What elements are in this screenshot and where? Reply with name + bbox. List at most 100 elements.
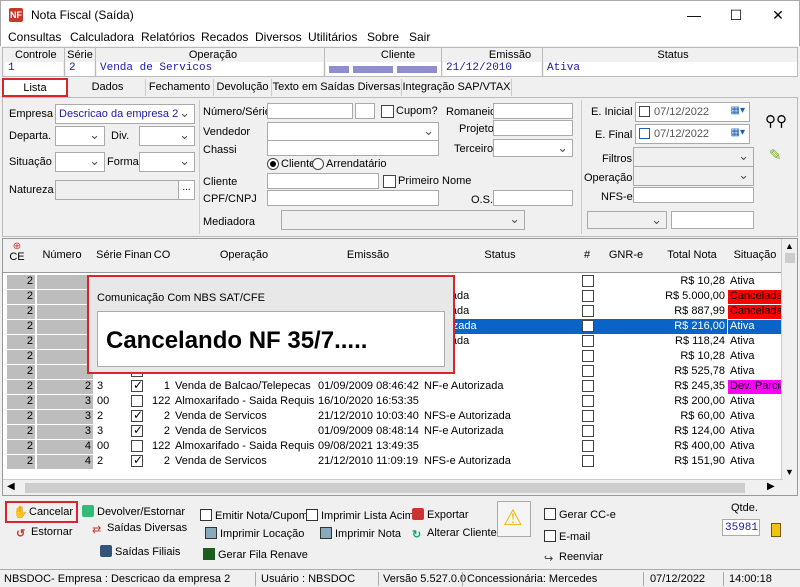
tab-dados[interactable]: Dados <box>70 79 146 96</box>
finan-checkbox[interactable] <box>131 380 143 392</box>
nfse-field[interactable] <box>633 187 754 203</box>
menu-relatorios[interactable]: Relatórios <box>141 30 195 44</box>
row-select-checkbox[interactable] <box>582 290 594 302</box>
close-button[interactable]: ✕ <box>763 5 793 25</box>
menu-sair[interactable]: Sair <box>409 30 430 44</box>
tab-integracao-sap[interactable]: Integração SAP/VTAX <box>402 79 512 96</box>
operacao-header[interactable]: Operação <box>173 249 315 261</box>
row-select-checkbox[interactable] <box>582 320 594 332</box>
e-final-checkbox[interactable] <box>639 128 650 139</box>
tab-texto-saidas[interactable]: Texto em Saídas Diversas <box>272 79 402 96</box>
finan-checkbox[interactable] <box>131 395 143 407</box>
e-inicial-checkbox[interactable] <box>639 106 650 117</box>
radio-cliente[interactable] <box>267 158 279 170</box>
div-select[interactable] <box>139 126 195 146</box>
situacao-select[interactable] <box>55 152 105 172</box>
table-row[interactable]: 2231Venda de Balcao/Telepecas01/09/2009 … <box>3 379 783 394</box>
warning-button[interactable]: ⚠ <box>497 501 531 537</box>
finan-header[interactable]: Finan <box>124 249 152 261</box>
gerar-fila-renave-button[interactable]: Gerar Fila Renave <box>203 548 308 561</box>
cpf-field[interactable] <box>267 190 439 206</box>
estornar-button[interactable]: ↺ Estornar <box>16 526 73 540</box>
cupom-checkbox[interactable] <box>381 105 394 118</box>
radio-arrendatario[interactable] <box>312 158 324 170</box>
extra-field[interactable] <box>671 211 754 229</box>
imprimir-nota-button[interactable]: Imprimir Nota <box>320 527 401 540</box>
table-row[interactable]: 23 00 122 Almoxarifado - Saida Requisicao16… <box>3 394 783 409</box>
grid-vertical-scrollbar[interactable]: ▲ ▼ <box>781 239 797 495</box>
table-row[interactable]: 24 00 122 Almoxarifado - Saida Requisicao09… <box>3 439 783 454</box>
calendar-icon[interactable]: ▦▾ <box>731 127 745 138</box>
reenviar-button[interactable]: ↪ Reenviar <box>544 551 603 565</box>
hash-header[interactable]: # <box>579 249 595 261</box>
gnre-header[interactable]: GNR-e <box>595 249 657 261</box>
scroll-right-icon[interactable]: ▶ <box>767 481 775 492</box>
cancelar-button[interactable]: ✋ Cancelar <box>5 501 78 523</box>
row-select-checkbox[interactable] <box>582 335 594 347</box>
exit-door-icon[interactable] <box>771 523 781 537</box>
row-select-checkbox[interactable] <box>582 350 594 362</box>
clear-brush-icon[interactable]: ✎ <box>769 146 782 164</box>
menu-sobre[interactable]: Sobre <box>367 30 399 44</box>
menu-diversos[interactable]: Diversos <box>255 30 302 44</box>
serie-field[interactable] <box>355 103 375 119</box>
emissao-header[interactable]: Emissão <box>315 249 421 261</box>
row-select-checkbox[interactable] <box>582 305 594 317</box>
row-select-checkbox[interactable] <box>582 455 594 467</box>
status-header[interactable]: Status <box>421 249 579 261</box>
maximize-button[interactable]: ☐ <box>721 5 751 25</box>
numero-header[interactable]: Número <box>37 249 87 261</box>
saidas-filiais-button[interactable]: Saídas Filiais <box>100 545 180 558</box>
table-row[interactable]: 2322Venda de Servicos21/12/2010 10:03:40… <box>3 409 783 424</box>
row-select-checkbox[interactable] <box>582 380 594 392</box>
minimize-button[interactable]: — <box>679 5 709 25</box>
emitir-nota-button[interactable]: Emitir Nota/Cupom <box>200 509 308 522</box>
tab-lista[interactable]: Lista <box>2 78 68 97</box>
ce-header[interactable]: ⊕ CE <box>7 242 27 264</box>
primeiro-nome-checkbox[interactable] <box>383 175 396 188</box>
tab-fechamento[interactable]: Fechamento <box>146 79 214 96</box>
e-final-date[interactable]: 07/12/2022 ▦▾ <box>635 124 750 144</box>
serie-header[interactable]: Série <box>94 249 124 261</box>
vendedor-select[interactable] <box>267 122 439 142</box>
e-inicial-date[interactable]: 07/12/2022 ▦▾ <box>635 102 750 122</box>
grid-horizontal-scrollbar[interactable]: ◀ ▶ <box>3 479 783 495</box>
departa-select[interactable] <box>55 126 105 146</box>
mediadora-select[interactable] <box>281 210 525 230</box>
romaneio-field[interactable] <box>493 103 573 119</box>
scroll-thumb[interactable] <box>25 483 745 493</box>
os-field[interactable] <box>493 190 573 206</box>
imprimir-locacao-button[interactable]: Imprimir Locação <box>205 527 304 540</box>
total-nota-header[interactable]: Total Nota <box>657 249 727 261</box>
scroll-down-icon[interactable]: ▼ <box>785 467 794 477</box>
empresa-select[interactable]: Descricao da empresa 2 <box>55 104 195 124</box>
menu-recados[interactable]: Recados <box>201 30 248 44</box>
co-header[interactable]: CO <box>152 249 172 261</box>
exportar-button[interactable]: Exportar <box>412 508 469 521</box>
finan-checkbox[interactable] <box>131 425 143 437</box>
terceiro-select[interactable] <box>493 139 573 157</box>
finan-checkbox[interactable] <box>131 440 143 452</box>
scroll-left-icon[interactable]: ◀ <box>7 481 15 492</box>
forma-select[interactable] <box>139 152 195 172</box>
row-select-checkbox[interactable] <box>582 410 594 422</box>
scroll-up-icon[interactable]: ▲ <box>785 241 794 251</box>
devolver-button[interactable]: Devolver/Estornar <box>82 505 185 518</box>
imprimir-lista-button[interactable]: Imprimir Lista Acima <box>306 509 420 522</box>
row-select-checkbox[interactable] <box>582 275 594 287</box>
finan-checkbox[interactable] <box>131 410 143 422</box>
natureza-field[interactable] <box>55 180 179 200</box>
gerar-cce-button[interactable]: Gerar CC-e <box>544 508 616 521</box>
table-row[interactable]: 2422Venda de Servicos21/12/2010 11:09:19… <box>3 454 783 469</box>
filtros-select[interactable] <box>633 147 754 167</box>
situacao-header[interactable]: Situação <box>727 249 783 261</box>
menu-calculadora[interactable]: Calculadora <box>70 30 134 44</box>
projeto-field[interactable] <box>493 120 573 136</box>
row-select-checkbox[interactable] <box>582 365 594 377</box>
menu-consultas[interactable]: Consultas <box>8 30 61 44</box>
binoculars-icon[interactable]: ⚲⚲ <box>765 112 787 130</box>
email-button[interactable]: E-mail <box>544 530 590 543</box>
operacao-select[interactable] <box>633 166 754 186</box>
table-row[interactable]: 2332Venda de Servicos01/09/2009 08:48:14… <box>3 424 783 439</box>
extra-select[interactable] <box>587 211 667 229</box>
